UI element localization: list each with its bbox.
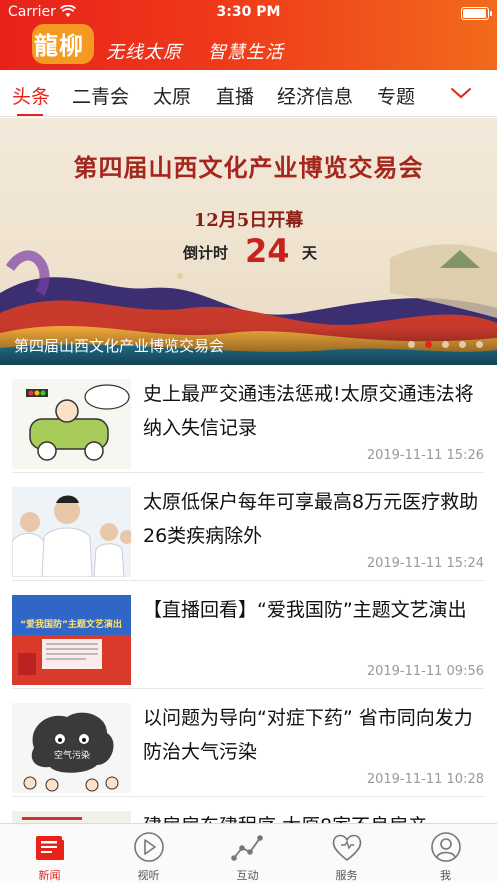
news-item[interactable]: 太原低保户每年可享最高8万元医疗救助 26类疾病除外 2019-11-11 15… <box>0 473 497 581</box>
tabbar-label: 视听 <box>137 869 160 882</box>
news-title: 以问题为导向“对症下药” 省市同向发力防治大气污染 <box>143 707 473 763</box>
news-thumbnail <box>12 487 131 577</box>
news-thumbnail <box>12 379 131 469</box>
news-item[interactable]: “爱我国防”主题文艺演出 【直播回看】“爱我国防”主题文艺演出 2019-11-… <box>0 581 497 689</box>
carousel-indicator <box>398 333 483 352</box>
banner-date: 12月5日开幕 <box>193 210 304 231</box>
news-time: 2019-11-11 15:26 <box>366 448 484 463</box>
banner-headline: 第四届山西文化产业博览交易会 <box>73 153 424 182</box>
tab-taiyuan[interactable]: 太原 <box>153 82 191 109</box>
news-time: 2019-11-11 10:28 <box>366 772 484 787</box>
carousel-dot[interactable] <box>459 341 466 348</box>
header-slogan-left: 无线太原 <box>106 42 182 63</box>
app-header: Carrier 3:30 PM 龍柳 无线太原 智慧生活 <box>0 0 497 70</box>
heart-icon <box>332 834 362 861</box>
play-icon <box>134 832 164 862</box>
tabbar-label: 新闻 <box>38 869 61 882</box>
countdown-label: 倒计时 <box>183 244 229 262</box>
tabbar-label: 互动 <box>236 869 259 882</box>
active-tab-indicator <box>17 114 43 116</box>
tabbar-interact[interactable]: 互动 <box>198 824 297 883</box>
tabbar-service[interactable]: 服务 <box>297 824 396 883</box>
countdown-number: 24 <box>245 232 290 270</box>
app-logo-text: 龍柳 <box>34 31 84 60</box>
news-item[interactable]: 史上最严交通违法惩戒!太原交通违法将纳入失信记录 2019-11-11 15:2… <box>0 365 497 473</box>
tab-economy[interactable]: 经济信息 <box>277 82 353 109</box>
tabbar-label: 服务 <box>335 869 358 882</box>
thumbnail-caption: “爱我国防”主题文艺演出 <box>20 618 122 630</box>
tabbar-profile[interactable]: 我 <box>396 824 495 883</box>
news-thumbnail: “爱我国防”主题文艺演出 <box>12 595 131 685</box>
news-title: 太原低保户每年可享最高8万元医疗救助 26类疾病除外 <box>143 491 479 547</box>
carousel-dot[interactable] <box>442 341 449 348</box>
tab-live[interactable]: 直播 <box>216 82 254 109</box>
battery-icon <box>461 7 492 20</box>
news-title: 史上最严交通违法惩戒!太原交通违法将纳入失信记录 <box>143 383 474 439</box>
channel-tabs: 头条 二青会 太原 直播 经济信息 专题 <box>0 70 497 117</box>
profile-icon <box>431 832 461 862</box>
carousel-dot-active[interactable] <box>425 341 432 348</box>
news-time: 2019-11-11 15:24 <box>366 556 484 571</box>
newspaper-icon <box>36 836 64 860</box>
status-time: 3:30 PM <box>216 4 281 20</box>
tabbar-label: 我 <box>440 869 451 882</box>
news-item[interactable]: 空气污染 以问题为导向“对症下药” 省市同向发力防治大气污染 2019-11-1… <box>0 689 497 797</box>
bottom-tab-bar: 新闻 视听 互动 服务 我 <box>0 823 497 883</box>
news-title: 【直播回看】“爱我国防”主题文艺演出 <box>143 599 467 621</box>
header-slogan-right: 智慧生活 <box>208 42 284 63</box>
featured-banner[interactable]: 第四届山西文化产业博览交易会 12月5日开幕 倒计时 24 天 第四届山西文化产… <box>0 118 497 365</box>
chevron-down-icon[interactable] <box>449 84 473 102</box>
status-bar: Carrier 3:30 PM <box>0 3 497 23</box>
carousel-dot[interactable] <box>476 341 483 348</box>
news-thumbnail: 空气污染 <box>12 703 131 793</box>
thumbnail-caption: 空气污染 <box>54 749 90 761</box>
tab-erqinghui[interactable]: 二青会 <box>72 82 129 109</box>
countdown-unit: 天 <box>302 244 318 262</box>
interaction-icon <box>231 835 263 861</box>
carousel-dot[interactable] <box>408 341 415 348</box>
tabbar-video[interactable]: 视听 <box>99 824 198 883</box>
news-time: 2019-11-11 09:56 <box>366 664 484 679</box>
banner-caption: 第四届山西文化产业博览交易会 <box>14 337 225 355</box>
tabbar-news[interactable]: 新闻 <box>0 824 99 883</box>
tab-special[interactable]: 专题 <box>377 82 415 109</box>
tab-headline[interactable]: 头条 <box>12 82 50 109</box>
